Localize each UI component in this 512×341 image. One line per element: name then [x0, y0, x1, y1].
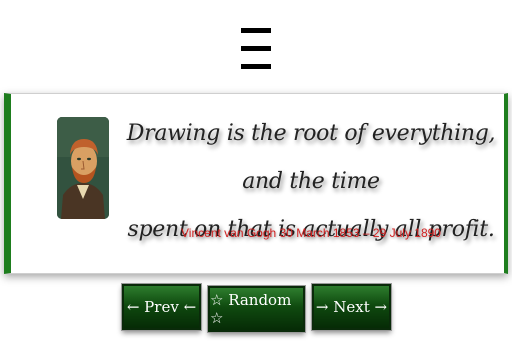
- random-button[interactable]: ☆ Random ☆: [207, 285, 306, 333]
- menu-bar: [241, 46, 271, 51]
- quote-card: Drawing is the root of everything, and t…: [4, 93, 508, 274]
- prev-button[interactable]: ← Prev ←: [121, 283, 202, 331]
- hamburger-menu-icon[interactable]: [238, 26, 274, 76]
- navigation-bar: ← Prev ← ☆ Random ☆ → Next →: [0, 283, 512, 333]
- menu-bar: [241, 64, 271, 69]
- author-portrait: [57, 117, 109, 219]
- quote-line: Drawing is the root of everything, and t…: [126, 121, 496, 194]
- menu-bar: [241, 28, 271, 33]
- quote-author: Vincent van Gogh 30 March 1853 – 29 July…: [181, 226, 441, 240]
- next-button[interactable]: → Next →: [311, 283, 392, 331]
